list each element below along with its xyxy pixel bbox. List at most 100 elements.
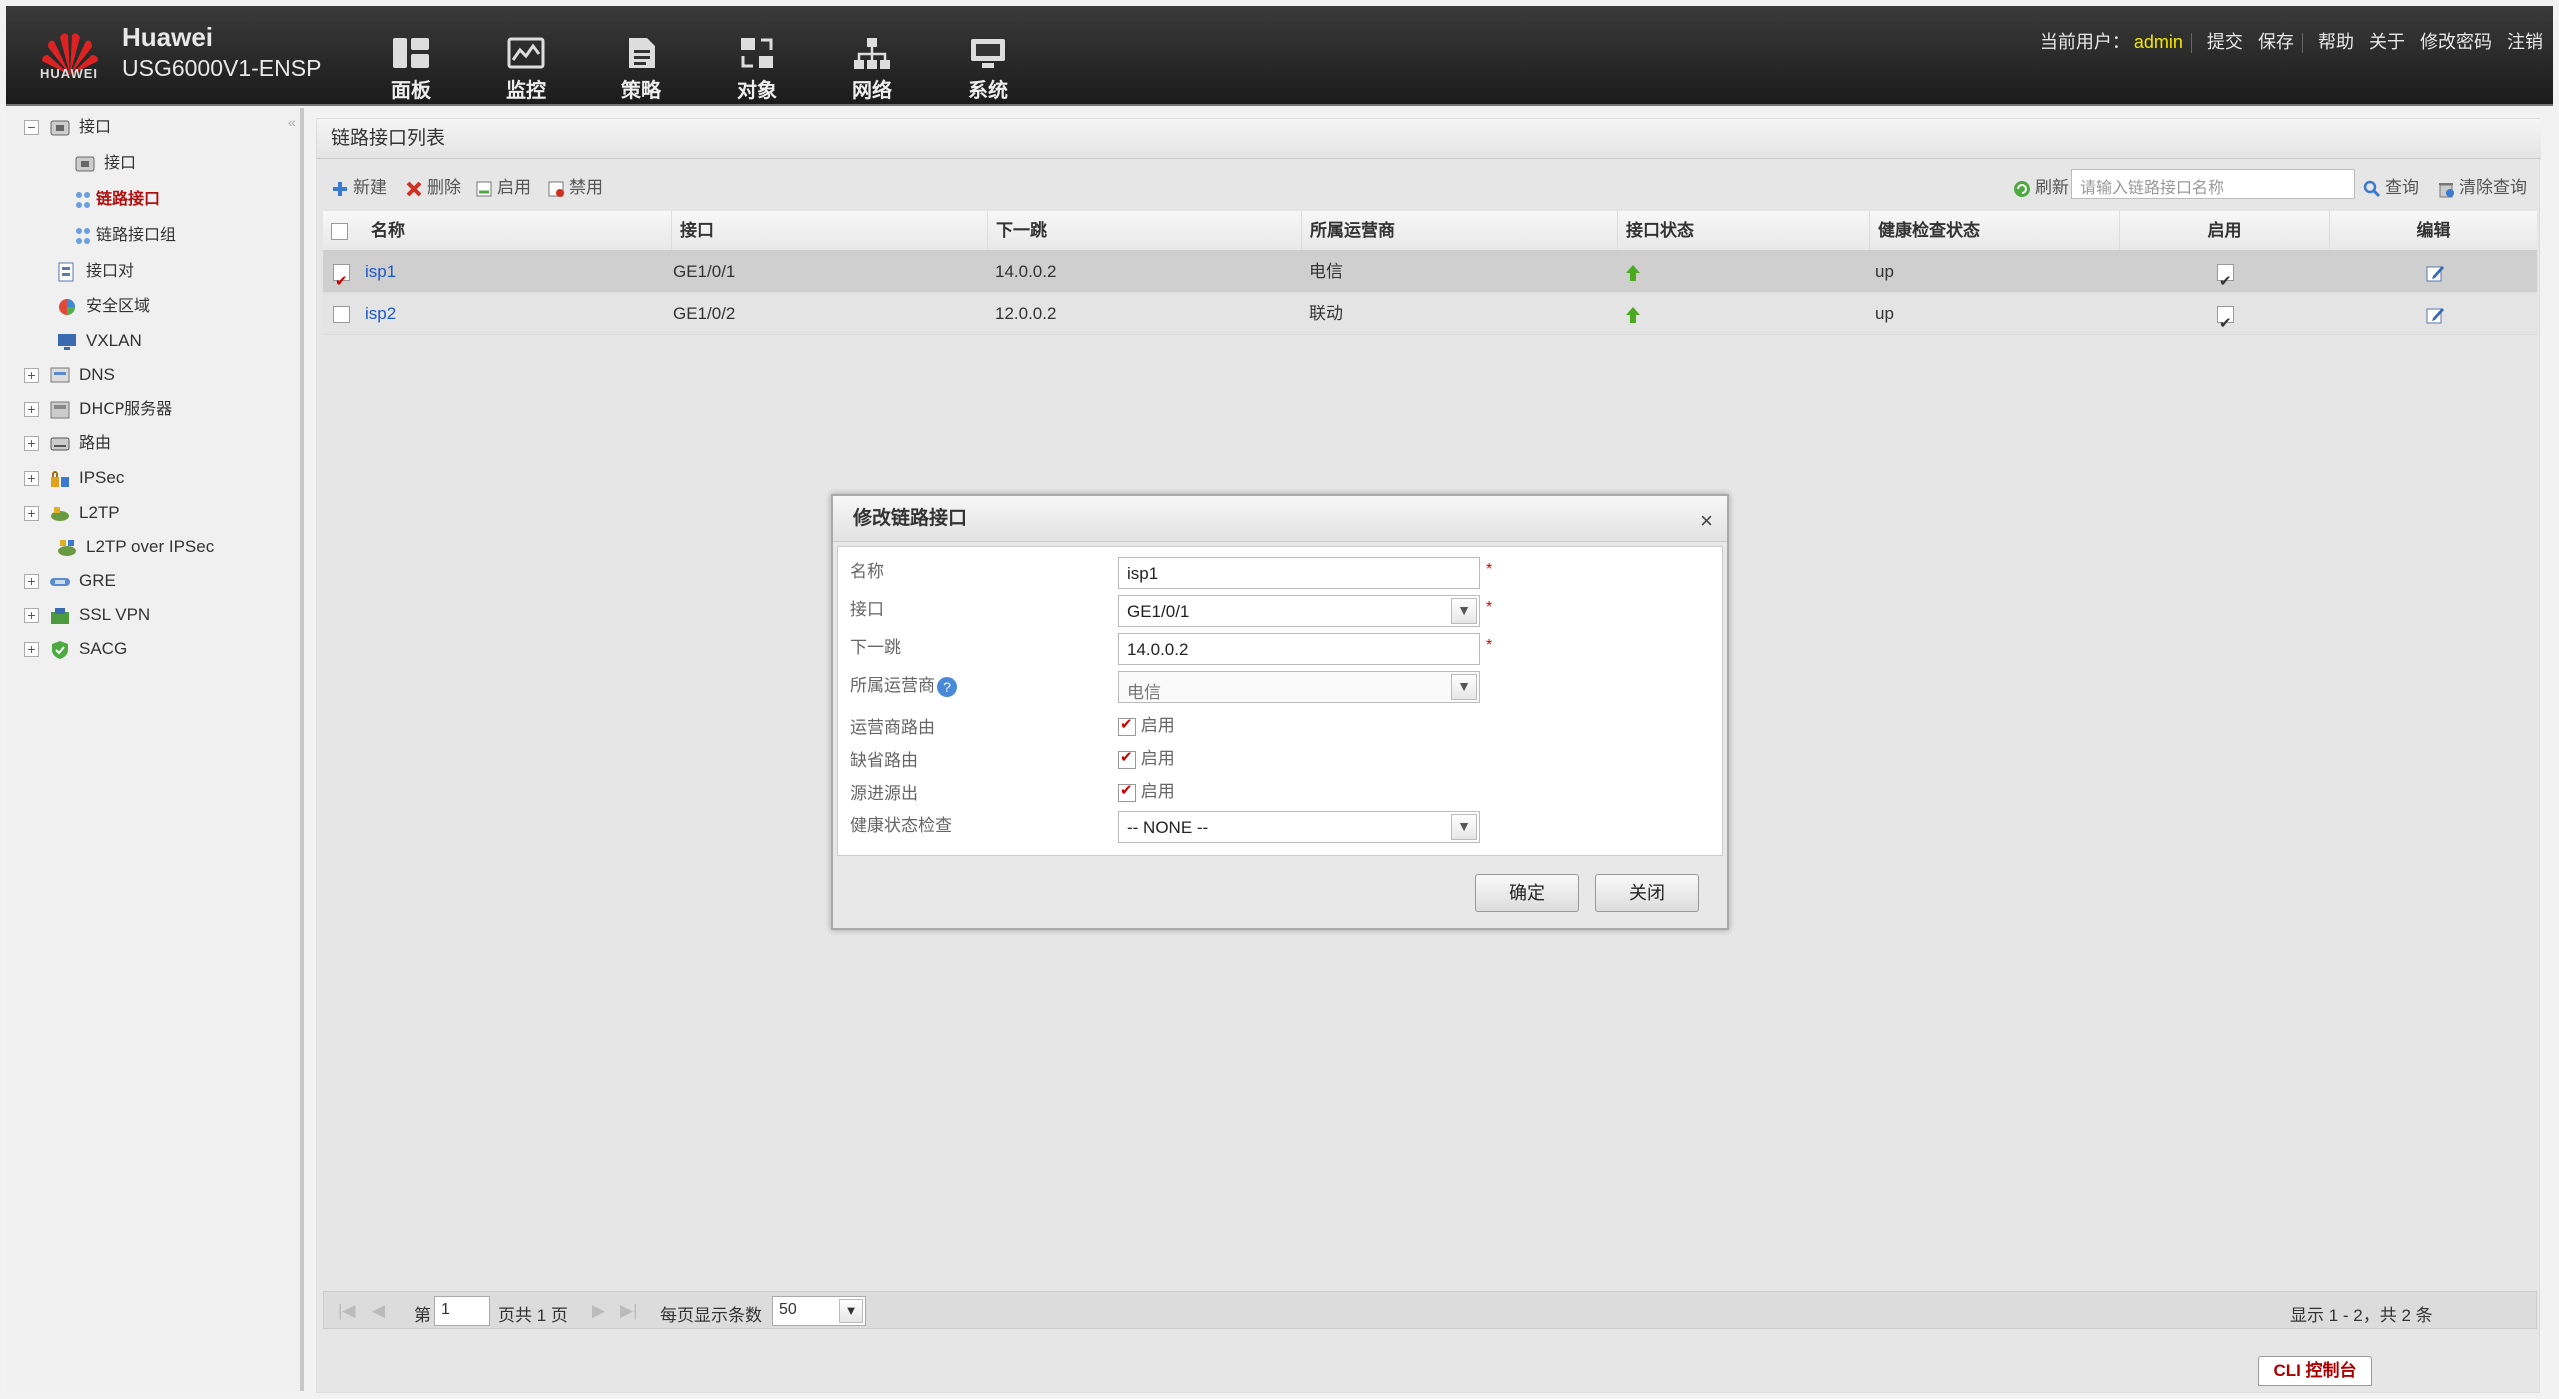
tree-item-security-zone[interactable]: 安全区域 (56, 293, 150, 319)
nav-policy[interactable]: 策略 (596, 28, 686, 104)
tree-item-ssl-vpn[interactable]: + SSL VPN (24, 602, 150, 628)
expand-toggle-icon[interactable]: + (24, 574, 39, 590)
expand-toggle-icon[interactable]: + (24, 402, 39, 418)
nav-system[interactable]: 系统 (943, 28, 1033, 104)
carrier-route-checkbox[interactable]: 启用 (1118, 711, 1175, 736)
tree-label: L2TP (79, 503, 120, 522)
next-hop-input[interactable]: 14.0.0.2 (1118, 633, 1480, 665)
tree-item-vxlan[interactable]: VXLAN (56, 328, 142, 354)
prev-page-icon[interactable]: ◀ (372, 1301, 385, 1321)
tree-item-l2tp-over-ipsec[interactable]: L2TP over IPSec (56, 534, 214, 560)
expand-toggle-icon[interactable]: + (24, 471, 39, 487)
submit-link[interactable]: 提交 (2207, 32, 2243, 52)
tree-label: GRE (79, 571, 116, 590)
ok-button[interactable]: 确定 (1475, 874, 1579, 912)
table-row[interactable]: isp2 GE1/0/2 12.0.0.2 联动 up (323, 293, 2537, 345)
col-health-status[interactable]: 健康检查状态 (1869, 211, 2119, 250)
edit-icon[interactable] (2425, 263, 2445, 283)
link-interface-search-input[interactable]: 请输入链路接口名称 (2071, 169, 2355, 199)
nav-object[interactable]: 对象 (712, 28, 802, 104)
row-enabled-cell (2217, 293, 2234, 345)
row-name-link[interactable]: isp1 (365, 262, 396, 281)
first-page-icon[interactable]: |◀ (338, 1301, 356, 1321)
tree-item-interface-pair[interactable]: 接口对 (56, 258, 134, 284)
policy-icon (629, 38, 655, 68)
row-enabled-checkbox[interactable] (2217, 303, 2234, 345)
new-button[interactable]: 新建 (331, 173, 387, 198)
edit-link-interface-dialog: 修改链路接口 × 名称 isp1 * 接口 GE1/0/1 ▼ * 下一跳 14.… (831, 494, 1729, 930)
tree-item-link-interface-group[interactable]: 链路接口组 (74, 222, 176, 248)
user-links: 当前用户： admin 提交 保存 帮助 关于 修改密码 注销 (2040, 28, 2543, 54)
expand-toggle-icon[interactable]: + (24, 642, 39, 658)
col-interface-status[interactable]: 接口状态 (1617, 211, 1869, 250)
close-icon[interactable]: × (1700, 508, 1713, 534)
logout-link[interactable]: 注销 (2507, 32, 2543, 52)
row-select-cell (333, 251, 350, 303)
save-link[interactable]: 保存 (2258, 32, 2294, 52)
per-page-select[interactable]: 50 ▼ (772, 1296, 866, 1326)
default-route-checkbox[interactable]: 启用 (1118, 744, 1175, 769)
enable-text: 启用 (1140, 782, 1175, 801)
table-row[interactable]: isp1 GE1/0/1 14.0.0.2 电信 up (323, 251, 2537, 303)
select-all-checkbox[interactable] (331, 223, 348, 241)
tree-item-ipsec[interactable]: + IPSec (24, 465, 124, 491)
col-name[interactable]: 名称 (363, 211, 671, 250)
collapse-toggle-icon[interactable]: − (24, 120, 39, 136)
tree-label: 链路接口组 (96, 225, 177, 244)
row-enabled-checkbox[interactable] (2217, 261, 2234, 303)
col-edit: 编辑 (2329, 211, 2537, 250)
tree-item-sacg[interactable]: + SACG (24, 636, 127, 662)
expand-toggle-icon[interactable]: + (24, 436, 39, 452)
expand-toggle-icon[interactable]: + (24, 506, 39, 522)
tree-item-link-interface[interactable]: 链路接口 (74, 186, 160, 212)
edit-icon[interactable] (2425, 305, 2445, 325)
tree-item-gre[interactable]: + GRE (24, 568, 116, 594)
tree-label: 接口 (104, 153, 137, 172)
nav-label: 策略 (621, 80, 661, 102)
health-check-select[interactable]: -- NONE -- ▼ (1118, 811, 1480, 843)
tree-item-interface[interactable]: 接口 (74, 150, 136, 176)
required-mark: * (1486, 637, 1493, 654)
expand-toggle-icon[interactable]: + (24, 368, 39, 384)
tree-item-dns[interactable]: + DNS (24, 362, 115, 388)
disable-button[interactable]: 禁用 (547, 173, 603, 198)
about-link[interactable]: 关于 (2369, 32, 2405, 52)
refresh-button[interactable]: 刷新 (2013, 173, 2069, 198)
col-enabled[interactable]: 启用 (2119, 211, 2329, 250)
tree-item-l2tp[interactable]: + L2TP (24, 500, 120, 526)
row-checkbox[interactable] (333, 306, 350, 324)
expand-toggle-icon[interactable]: + (24, 608, 39, 624)
row-name-link[interactable]: isp2 (365, 304, 396, 323)
tree-item-interface-group[interactable]: − 接口 (24, 114, 111, 140)
tree-label: VXLAN (86, 331, 142, 350)
page-number-input[interactable]: 1 (434, 1296, 490, 1326)
name-input[interactable]: isp1 (1118, 557, 1480, 589)
enable-button[interactable]: 启用 (475, 173, 531, 198)
help-icon[interactable]: ? (937, 676, 957, 697)
clear-query-button[interactable]: 清除查询 (2437, 173, 2527, 198)
nav-dashboard[interactable]: 面板 (366, 28, 456, 104)
cli-console-button[interactable]: CLI 控制台 (2258, 1356, 2372, 1386)
nav-monitor[interactable]: 监控 (481, 28, 571, 104)
change-password-link[interactable]: 修改密码 (2420, 32, 2492, 52)
delete-button[interactable]: 删除 (405, 173, 461, 198)
close-button[interactable]: 关闭 (1595, 874, 1699, 912)
tree-item-routing[interactable]: + 路由 (24, 430, 111, 456)
interface-label: 接口 (850, 600, 884, 619)
next-page-icon[interactable]: ▶ (592, 1301, 605, 1321)
col-carrier[interactable]: 所属运营商 (1301, 211, 1617, 250)
col-next-hop[interactable]: 下一跳 (987, 211, 1301, 250)
tree-label: L2TP over IPSec (86, 537, 215, 556)
row-checkbox[interactable] (333, 261, 350, 303)
query-button[interactable]: 查询 (2363, 173, 2419, 198)
monitor-icon (507, 37, 545, 69)
col-interface[interactable]: 接口 (671, 211, 987, 250)
last-page-icon[interactable]: ▶| (620, 1301, 638, 1321)
nav-network[interactable]: 网络 (827, 28, 917, 104)
help-link[interactable]: 帮助 (2318, 32, 2354, 52)
tree-item-dhcp-server[interactable]: + DHCP服务器 (24, 396, 172, 422)
collapse-sidebar-button[interactable]: « (288, 114, 296, 130)
source-in-out-checkbox[interactable]: 启用 (1118, 777, 1175, 802)
interface-select[interactable]: GE1/0/1 ▼ (1118, 595, 1480, 627)
tree-label: DHCP服务器 (79, 399, 173, 418)
